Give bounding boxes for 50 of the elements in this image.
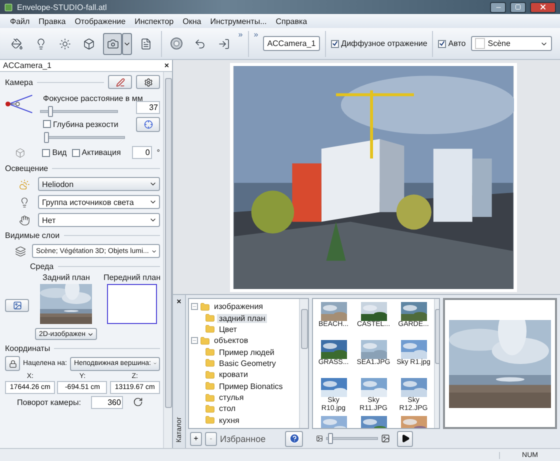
close-button[interactable]: ×	[164, 61, 169, 70]
scene-select[interactable]: Scène	[470, 36, 552, 51]
angle-field[interactable]: 0	[132, 146, 152, 159]
tree-item[interactable]: Цвет	[217, 324, 239, 334]
section-heading: Координаты	[5, 344, 50, 352]
menu-item[interactable]: Правка	[38, 16, 66, 26]
tree-item[interactable]: Basic Geometry	[217, 358, 278, 368]
degree-sign: °	[156, 148, 160, 157]
rotation-label: Поворот камеры:	[17, 398, 81, 406]
menu-item[interactable]: Справка	[276, 16, 308, 26]
menu-item[interactable]: Инспектор	[134, 16, 174, 26]
foreground-label: Передний план	[103, 273, 160, 282]
menu-item[interactable]: Файл	[10, 16, 30, 26]
overflow-chevron[interactable]: »	[254, 30, 258, 39]
camera-select[interactable]: ACCamera_1	[263, 36, 320, 51]
menu-item[interactable]: Инструменты...	[210, 16, 267, 26]
overflow-chevron[interactable]: »	[238, 30, 243, 39]
tree-item[interactable]: изображения	[212, 302, 265, 312]
menu-item[interactable]: Отображение	[74, 16, 126, 26]
scene-label: Scène	[488, 39, 510, 48]
section-heading: Видимые слои	[5, 231, 60, 240]
rotation-field[interactable]: 360	[90, 396, 123, 408]
background-label: Задний план	[42, 273, 90, 282]
activation-checkbox[interactable]: Активация	[72, 148, 121, 157]
diffuse-checkbox[interactable]: Диффузное отражение	[331, 39, 428, 48]
tree-item[interactable]: Пример Bionatics	[217, 382, 285, 391]
add-button[interactable]: +	[190, 432, 202, 446]
panel-title: ACCamera_1	[3, 61, 52, 70]
tree-item[interactable]: задний план	[217, 314, 268, 323]
tree-item[interactable]: стол	[217, 404, 238, 414]
section-heading: Освещение	[5, 164, 48, 173]
tree-item[interactable]: кухня	[217, 416, 242, 425]
section-heading: Среда	[30, 262, 54, 271]
focal-length-field[interactable]: 37	[136, 100, 160, 114]
lighting-select[interactable]: Heliodon	[38, 177, 160, 191]
window-title: Envelope-STUDIO-fall.atl	[17, 2, 108, 12]
lighting-select[interactable]: Группа источников света	[38, 195, 160, 209]
tree-item[interactable]: кровати	[217, 370, 250, 380]
focal-length-label: Фокусное расстояние в мм	[43, 94, 143, 102]
favorites-label: Избранное	[220, 434, 267, 444]
tree-item[interactable]: стулья	[217, 393, 246, 402]
lighting-select[interactable]: Нет	[38, 213, 160, 227]
tree-item[interactable]: Пример людей	[217, 348, 276, 357]
depth-of-field-checkbox[interactable]: Глубина резкости	[43, 120, 118, 128]
auto-checkbox[interactable]: Авто	[438, 39, 466, 48]
close-button[interactable]: ×	[176, 297, 182, 306]
menu-item[interactable]: Окна	[182, 16, 202, 26]
tree-item[interactable]: объектов	[212, 336, 250, 346]
view-checkbox[interactable]: Вид	[42, 148, 67, 157]
section-heading: Камера	[5, 78, 33, 86]
